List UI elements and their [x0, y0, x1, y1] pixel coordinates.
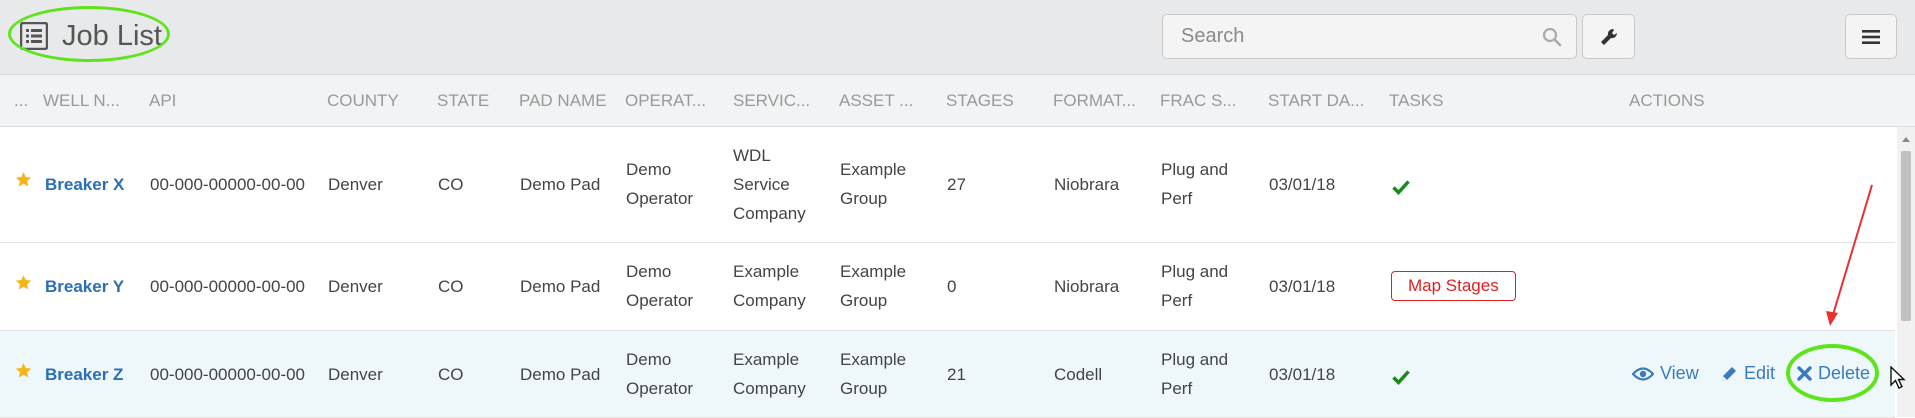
- stages-cell: 0: [947, 277, 957, 296]
- list-icon: [20, 22, 48, 50]
- edit-label: Edit: [1744, 363, 1776, 383]
- state-cell: CO: [438, 365, 464, 384]
- column-header-stages[interactable]: STAGES: [946, 91, 1014, 111]
- column-header-api[interactable]: API: [149, 91, 176, 111]
- column-header-well-name[interactable]: WELL N...: [43, 91, 120, 111]
- column-header-county[interactable]: COUNTY: [327, 91, 399, 111]
- start-date-cell: 03/01/18: [1269, 277, 1336, 296]
- hamburger-icon: [1862, 29, 1880, 44]
- start-date-cell: 03/01/18: [1269, 365, 1336, 384]
- asset-cell: Example Group: [840, 262, 907, 310]
- well-name-link[interactable]: Breaker Z: [45, 360, 123, 389]
- county-cell: Denver: [328, 277, 383, 296]
- column-header-state[interactable]: STATE: [437, 91, 489, 111]
- county-cell: Denver: [328, 365, 383, 384]
- asset-cell: Example Group: [840, 350, 907, 398]
- pencil-icon: [1722, 366, 1736, 381]
- check-icon: [1392, 180, 1410, 195]
- frac-system-cell: Plug and Perf: [1161, 160, 1229, 208]
- star-icon[interactable]: [15, 362, 32, 379]
- settings-button[interactable]: [1582, 14, 1635, 59]
- check-icon: [1392, 370, 1410, 385]
- eye-icon: [1632, 366, 1654, 381]
- frac-system-cell: Plug and Perf: [1161, 262, 1229, 310]
- operator-cell: Demo Operator: [626, 160, 694, 208]
- pad-name-cell: Demo Pad: [520, 277, 601, 296]
- search-input[interactable]: [1163, 15, 1541, 58]
- service-cell: Example Company: [733, 350, 806, 398]
- view-action[interactable]: View: [1632, 363, 1699, 384]
- well-name-link[interactable]: Breaker X: [45, 170, 124, 199]
- search-icon: [1542, 27, 1562, 47]
- column-header-tasks[interactable]: TASKS: [1389, 91, 1443, 111]
- table-header: ... WELL N... API COUNTY STATE PAD NAME …: [0, 75, 1915, 127]
- column-header-start-date[interactable]: START DA...: [1268, 91, 1364, 111]
- search-box[interactable]: [1162, 14, 1577, 59]
- formation-cell: Niobrara: [1054, 175, 1120, 194]
- column-header-actions: ACTIONS: [1629, 91, 1705, 110]
- edit-action[interactable]: Edit: [1720, 363, 1775, 384]
- column-header-asset[interactable]: ASSET ...: [839, 91, 913, 111]
- delete-highlight-annotation: [1786, 344, 1879, 402]
- map-stages-button[interactable]: Map Stages: [1391, 271, 1516, 301]
- pad-name-cell: Demo Pad: [520, 175, 601, 194]
- asset-cell: Example Group: [840, 160, 907, 208]
- state-cell: CO: [438, 277, 464, 296]
- county-cell: Denver: [328, 175, 383, 194]
- service-cell: WDL Service Company: [733, 146, 806, 223]
- formation-cell: Niobrara: [1054, 277, 1120, 296]
- column-header-select[interactable]: ...: [14, 91, 28, 111]
- wrench-icon: [1600, 28, 1617, 45]
- page-title-group: Job List: [20, 14, 162, 58]
- well-name-link[interactable]: Breaker Y: [45, 272, 124, 301]
- cursor-icon: [1890, 366, 1906, 389]
- frac-system-cell: Plug and Perf: [1161, 350, 1229, 398]
- api-cell: 00-000-00000-00-00: [150, 365, 306, 384]
- stages-cell: 21: [947, 365, 966, 384]
- column-header-formation[interactable]: FORMAT...: [1053, 91, 1136, 111]
- start-date-cell: 03/01/18: [1269, 175, 1336, 194]
- api-cell: 00-000-00000-00-00: [150, 175, 306, 194]
- table-row[interactable]: Breaker Z 00-000-00000-00-00 Denver CO D…: [0, 331, 1895, 418]
- scroll-up-icon[interactable]: [1901, 135, 1911, 143]
- star-icon[interactable]: [15, 274, 32, 291]
- page-title: Job List: [62, 19, 162, 52]
- table-row[interactable]: Breaker Y 00-000-00000-00-00 Denver CO D…: [0, 243, 1895, 331]
- star-icon[interactable]: [15, 171, 32, 188]
- service-cell: Example Company: [733, 262, 806, 310]
- column-header-operator[interactable]: OPERAT...: [625, 91, 706, 111]
- pad-name-cell: Demo Pad: [520, 365, 601, 384]
- top-bar: Job List: [0, 0, 1915, 75]
- column-header-service[interactable]: SERVIC...: [733, 91, 810, 111]
- stages-cell: 27: [947, 175, 966, 194]
- api-cell: 00-000-00000-00-00: [150, 277, 306, 296]
- scroll-thumb[interactable]: [1901, 151, 1911, 321]
- operator-cell: Demo Operator: [626, 350, 694, 398]
- column-header-pad-name[interactable]: PAD NAME: [519, 91, 607, 111]
- column-header-frac-system[interactable]: FRAC S...: [1160, 91, 1237, 111]
- menu-button[interactable]: [1845, 14, 1897, 59]
- state-cell: CO: [438, 175, 464, 194]
- table-row[interactable]: Breaker X 00-000-00000-00-00 Denver CO D…: [0, 127, 1895, 243]
- formation-cell: Codell: [1054, 365, 1103, 384]
- operator-cell: Demo Operator: [626, 262, 694, 310]
- annotation-arrow: [1826, 184, 1873, 326]
- view-label: View: [1660, 363, 1699, 383]
